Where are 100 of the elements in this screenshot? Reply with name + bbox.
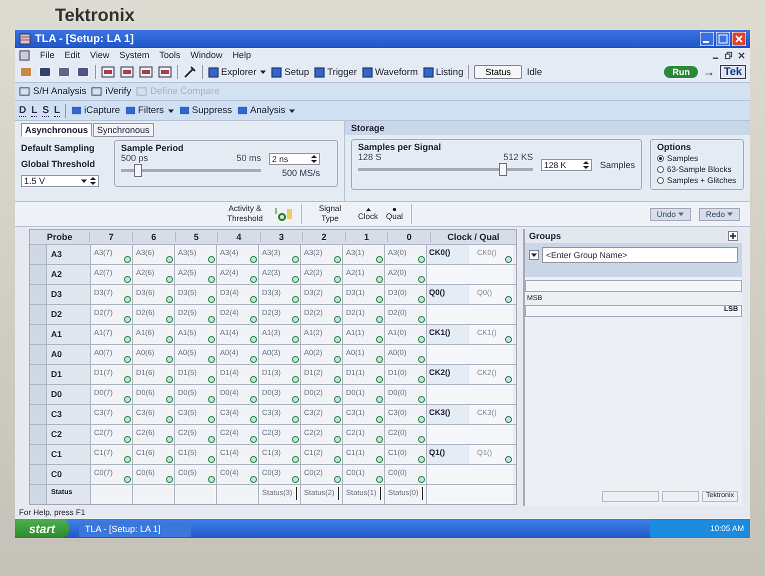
activity-icon — [505, 296, 512, 303]
data-window-button[interactable]: L — [54, 104, 60, 116]
run-button[interactable]: Run — [664, 66, 698, 78]
activity-icon — [376, 416, 383, 423]
activity-icon — [418, 416, 425, 423]
samples-field[interactable]: 128 K — [540, 158, 592, 170]
row-handle[interactable] — [30, 305, 47, 324]
row-handle[interactable] — [30, 285, 47, 304]
activity-icon — [334, 416, 341, 423]
window-icon[interactable] — [101, 65, 115, 79]
menu-item[interactable]: Window — [190, 50, 222, 60]
radio-option[interactable]: Samples — [657, 154, 737, 163]
row-handle[interactable] — [30, 245, 47, 264]
toolbar-button[interactable]: Waveform — [362, 66, 418, 78]
activity-icon — [250, 436, 257, 443]
clock-name[interactable]: CK3() — [427, 405, 469, 424]
toolbar-button[interactable]: Filters — [125, 105, 174, 116]
column-header: 6 — [132, 232, 174, 242]
row-handle[interactable] — [30, 265, 47, 284]
clock-name[interactable]: Q0() — [427, 285, 469, 304]
add-icon[interactable] — [728, 231, 738, 241]
activity-icon — [334, 436, 341, 443]
tek-button[interactable]: Tek — [720, 65, 746, 79]
activity-icon — [376, 476, 383, 483]
group-name-field[interactable]: <Enter Group Name> — [542, 247, 738, 263]
toolbar-button[interactable]: Explorer — [208, 66, 266, 78]
activity-icon — [166, 256, 173, 263]
radio-icon[interactable] — [657, 166, 664, 173]
toolbar-button[interactable]: Analysis — [237, 105, 296, 116]
menu-item[interactable]: View — [90, 50, 110, 60]
threshold-dropdown[interactable]: 1.5 V — [21, 175, 99, 187]
row-handle[interactable] — [30, 445, 47, 464]
period-field[interactable]: 2 ns — [269, 153, 320, 165]
maximize-icon[interactable] — [716, 32, 730, 46]
row-handle[interactable] — [30, 405, 47, 424]
toolbar-button[interactable]: iVerify — [91, 86, 132, 97]
data-window-button[interactable]: D — [19, 104, 26, 116]
toolbar-button[interactable]: Trigger — [314, 66, 357, 78]
clock-name[interactable]: CK1() — [427, 325, 469, 344]
row-handle[interactable] — [30, 385, 47, 404]
activity-icon — [124, 396, 131, 403]
row-handle[interactable] — [30, 425, 47, 444]
menu-item[interactable]: Edit — [64, 50, 80, 60]
window-icon — [314, 66, 326, 78]
window-icon — [271, 66, 282, 78]
legend-label: Signal Type — [318, 204, 342, 224]
tab[interactable]: Synchronous — [93, 123, 154, 137]
slider-thumb[interactable] — [499, 163, 508, 176]
redo-button[interactable]: Redo — [698, 208, 740, 220]
radio-icon[interactable] — [657, 155, 664, 162]
dropdown-icon[interactable] — [529, 250, 539, 260]
row-handle[interactable] — [30, 485, 47, 504]
restore-icon[interactable] — [724, 50, 733, 60]
slider-max-label: 50 ms — [236, 153, 261, 163]
toolbar-button[interactable]: S/H Analysis — [19, 86, 86, 97]
toolbar-icon[interactable] — [57, 65, 71, 79]
data-window-button[interactable]: L — [31, 104, 38, 116]
data-window-button[interactable]: S — [42, 104, 50, 116]
clock-name[interactable]: CK2() — [427, 365, 469, 384]
activity-icon — [505, 376, 512, 383]
radio-option[interactable]: 63-Sample Blocks — [657, 165, 737, 174]
slider-thumb[interactable] — [134, 164, 142, 177]
row-handle[interactable] — [30, 465, 47, 484]
caret-icon — [80, 177, 88, 185]
activity-icon — [273, 207, 293, 221]
start-button[interactable]: start — [15, 519, 70, 538]
activity-icon — [418, 256, 425, 263]
menu-item[interactable]: Tools — [159, 50, 180, 60]
undo-button[interactable]: Undo — [650, 208, 691, 220]
status-button[interactable]: Status — [474, 65, 522, 79]
window-icon[interactable] — [158, 65, 172, 79]
taskbar-item[interactable]: TLA - [Setup: LA 1] — [79, 520, 191, 536]
menu-item[interactable]: System — [119, 50, 150, 60]
menu-item[interactable]: File — [40, 50, 55, 60]
row-handle[interactable] — [30, 325, 47, 344]
menu-item[interactable]: Help — [232, 50, 251, 60]
toolbar-button[interactable]: Setup — [271, 66, 310, 78]
activity-icon — [292, 476, 299, 483]
caret-icon — [289, 108, 296, 114]
toolbar-button[interactable]: Suppress — [178, 105, 232, 116]
radio-icon[interactable] — [657, 177, 664, 184]
activity-icon — [334, 276, 341, 283]
activity-icon — [250, 476, 257, 483]
toolbar-button[interactable]: Listing — [422, 66, 464, 78]
toolbar-icon[interactable] — [38, 65, 52, 79]
document-icon[interactable] — [19, 50, 30, 60]
clock-name[interactable]: CK0() — [427, 245, 469, 264]
row-handle[interactable] — [30, 345, 47, 364]
probe-icon[interactable] — [183, 65, 197, 79]
tab[interactable]: Asynchronous — [21, 123, 92, 137]
clock-name[interactable]: Q1() — [427, 445, 469, 464]
close-icon[interactable] — [737, 50, 746, 60]
toolbar-button[interactable]: iCapture — [71, 105, 120, 116]
minimize-icon[interactable] — [700, 32, 714, 46]
toolbar-icon[interactable] — [76, 65, 90, 79]
window-icon[interactable] — [120, 65, 134, 79]
radio-option[interactable]: Samples + Glitches — [657, 176, 737, 185]
activity-icon — [166, 376, 173, 383]
row-handle[interactable] — [30, 365, 47, 384]
window-icon[interactable] — [139, 65, 153, 79]
